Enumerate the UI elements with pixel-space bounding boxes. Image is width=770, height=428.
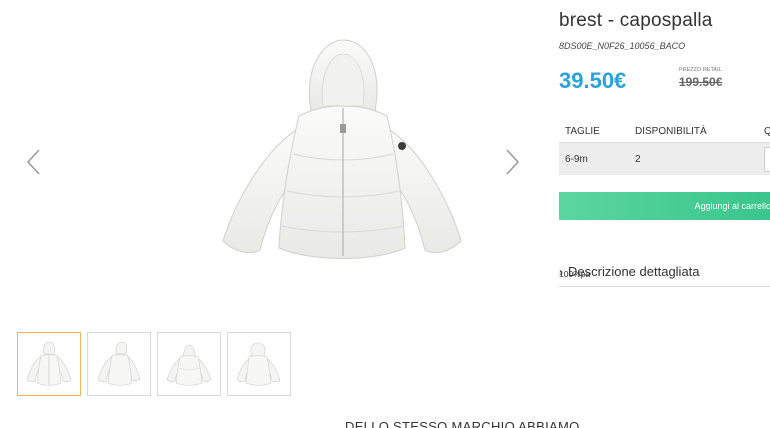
jacket-side-view-icon	[97, 342, 141, 386]
same-brand-heading: DELLO STESSO MARCHIO ABBIAMO	[345, 419, 580, 428]
thumbnail-front[interactable]	[17, 332, 81, 396]
size-table-row: 6-9m 2	[559, 142, 770, 175]
product-info-panel: brest - capospalla 8DS00E_N0F26_10056_BA…	[559, 0, 770, 300]
thumbnail-side[interactable]	[87, 332, 151, 396]
size-cell: 6-9m	[565, 154, 588, 165]
jacket-back-view-icon	[166, 344, 212, 386]
product-composition: 100%pa	[559, 269, 591, 279]
quantity-column-header: Q	[764, 126, 770, 137]
product-gallery	[0, 0, 545, 325]
jacket-hood-detail-view-icon	[236, 342, 281, 386]
product-sku: 8DS00E_N0F26_10056_BACO	[559, 41, 686, 51]
availability-column-header: DISPONIBILITÀ	[635, 126, 707, 137]
availability-cell: 2	[635, 154, 641, 165]
main-product-image	[215, 36, 465, 268]
retail-price-label: PREZZO RETAIL	[679, 67, 722, 73]
product-price: 39.50€	[559, 68, 627, 93]
thumbnail-hood[interactable]	[227, 332, 291, 396]
next-image-arrow-icon[interactable]	[503, 148, 521, 176]
thumbnail-back[interactable]	[157, 332, 221, 396]
product-title: brest - capospalla	[559, 10, 713, 31]
size-column-header: TAGLIE	[565, 126, 600, 137]
description-divider	[559, 286, 770, 287]
jacket-front-view-icon	[26, 342, 72, 386]
retail-price: 199.50€	[679, 75, 723, 89]
thumbnail-strip	[17, 332, 291, 396]
quantity-input[interactable]	[764, 147, 770, 172]
add-to-cart-button[interactable]: Aggiungi al carrello	[559, 192, 770, 220]
previous-image-arrow-icon[interactable]	[25, 148, 43, 176]
